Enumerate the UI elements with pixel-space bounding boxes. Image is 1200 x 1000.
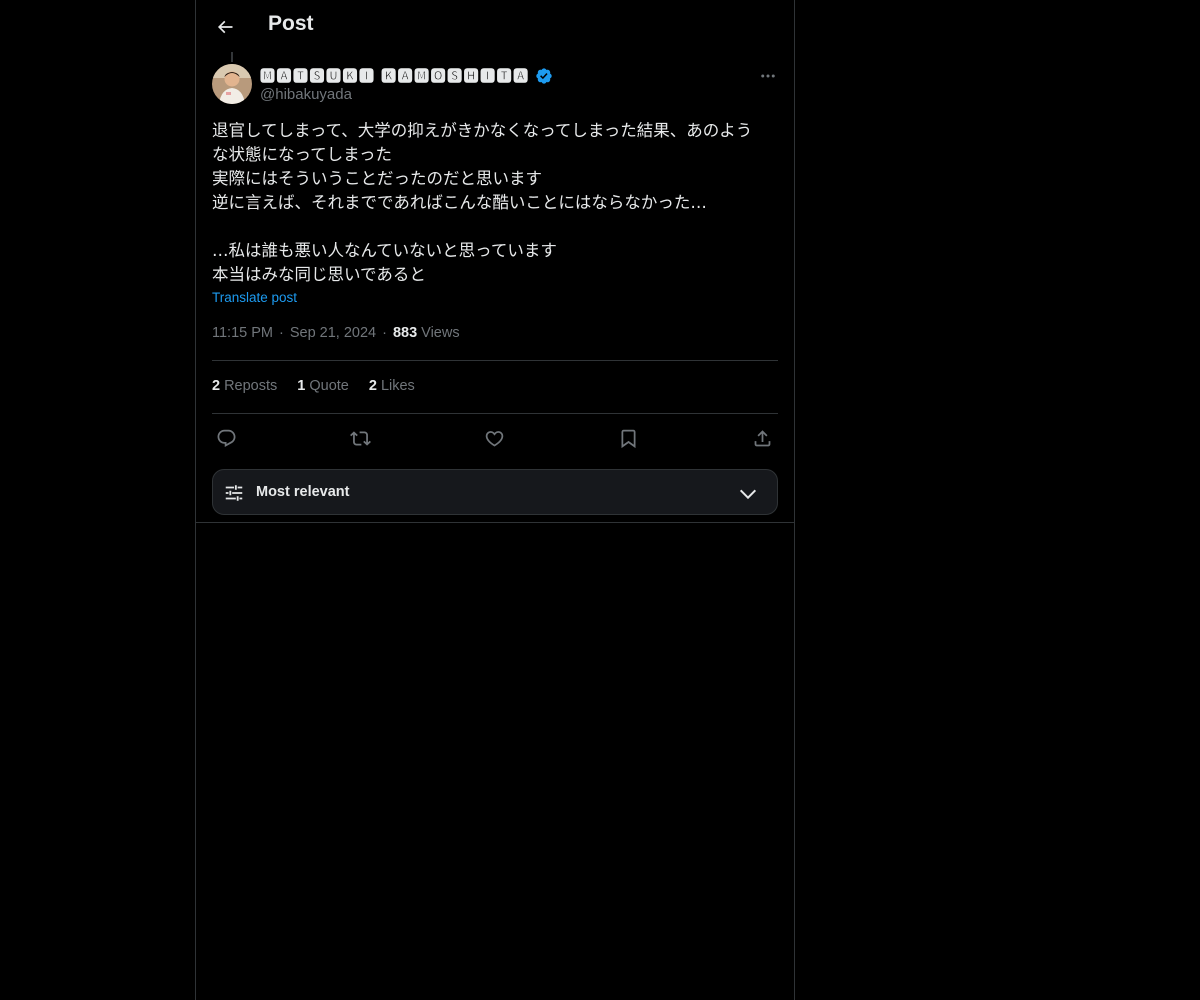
share-button[interactable] bbox=[748, 424, 776, 452]
reposts-label: Reposts bbox=[224, 378, 278, 394]
like-icon bbox=[484, 428, 505, 449]
reply-button[interactable] bbox=[212, 424, 240, 452]
divider bbox=[212, 360, 778, 361]
separator-dot: · bbox=[279, 325, 284, 341]
author-avatar[interactable] bbox=[212, 64, 252, 104]
more-horizontal-icon bbox=[759, 67, 777, 85]
like-button[interactable] bbox=[480, 424, 508, 452]
post-text-blank-line bbox=[212, 215, 782, 239]
post-date[interactable]: Sep 21, 2024 bbox=[290, 325, 376, 341]
share-icon bbox=[752, 428, 773, 449]
bookmark-button[interactable] bbox=[614, 424, 642, 452]
primary-column: Post 🅼🅰🆃🆂🆄🅺🅸 🅺🅰🅼🅾🆂🅷🅸🆃🅰 @hibakuyada 退官してし… bbox=[195, 0, 795, 1000]
likes-stat[interactable]: 2 Likes bbox=[369, 378, 415, 394]
author-display-name: 🅼🅰🆃🆂🆄🅺🅸 🅺🅰🅼🅾🆂🅷🅸🆃🅰 bbox=[260, 68, 530, 85]
post-text-line: 実際にはそういうことだったのだと思います bbox=[212, 169, 542, 188]
reposts-count: 2 bbox=[212, 378, 221, 394]
reply-icon bbox=[216, 428, 237, 449]
reposts-stat[interactable]: 2 Reposts bbox=[212, 378, 277, 394]
sort-replies-dropdown[interactable]: Most relevant bbox=[212, 469, 778, 515]
page-title: Post bbox=[268, 12, 314, 35]
engagement-stats: 2 Reposts 1 Quote 2 Likes bbox=[212, 378, 415, 394]
post-text: 退官してしまって、大学の抑えがきかなくなってしまった結果、あのよう な状態になっ… bbox=[212, 119, 782, 287]
author-handle[interactable]: @hibakuyada bbox=[260, 86, 352, 103]
chevron-down-icon bbox=[737, 483, 759, 505]
action-bar bbox=[212, 424, 778, 452]
post-text-line: 本当はみな同じ思いであると bbox=[212, 265, 426, 284]
quotes-stat[interactable]: 1 Quote bbox=[297, 378, 349, 394]
verified-badge-icon bbox=[535, 67, 553, 85]
separator-dot: · bbox=[382, 325, 387, 341]
sort-label: Most relevant bbox=[256, 484, 350, 500]
likes-count: 2 bbox=[368, 378, 377, 394]
page-header: Post bbox=[196, 0, 794, 53]
post-text-line: な状態になってしまった bbox=[212, 145, 393, 164]
repost-button[interactable] bbox=[346, 424, 374, 452]
likes-label: Likes bbox=[380, 378, 415, 394]
repost-icon bbox=[349, 428, 371, 449]
quotes-count: 1 bbox=[297, 378, 306, 394]
bookmark-icon bbox=[618, 428, 639, 449]
section-divider bbox=[196, 522, 794, 523]
post-metadata: 11:15 PM · Sep 21, 2024 · 883 Views bbox=[212, 325, 460, 341]
sliders-icon bbox=[223, 482, 245, 504]
back-button[interactable] bbox=[208, 10, 242, 44]
author-name[interactable]: 🅼🅰🆃🆂🆄🅺🅸 🅺🅰🅼🅾🆂🅷🅸🆃🅰 bbox=[260, 65, 553, 86]
views-label: Views bbox=[421, 325, 460, 341]
post-text-line: 退官してしまって、大学の抑えがきかなくなってしまった結果、あのよう bbox=[212, 121, 753, 140]
arrow-left-icon bbox=[215, 17, 235, 37]
thread-connector bbox=[231, 52, 233, 62]
post-text-line: …私は誰も悪い人なんていないと思っています bbox=[212, 241, 557, 260]
post-time[interactable]: 11:15 PM bbox=[212, 325, 273, 341]
divider bbox=[212, 413, 778, 414]
views-count: 883 bbox=[392, 325, 418, 341]
quotes-label: Quote bbox=[309, 378, 349, 394]
translate-post-link[interactable]: Translate post bbox=[212, 290, 297, 305]
more-options-button[interactable] bbox=[756, 64, 780, 88]
post-text-line: 逆に言えば、それまでであればこんな酷いことにはならなかった… bbox=[212, 193, 707, 212]
